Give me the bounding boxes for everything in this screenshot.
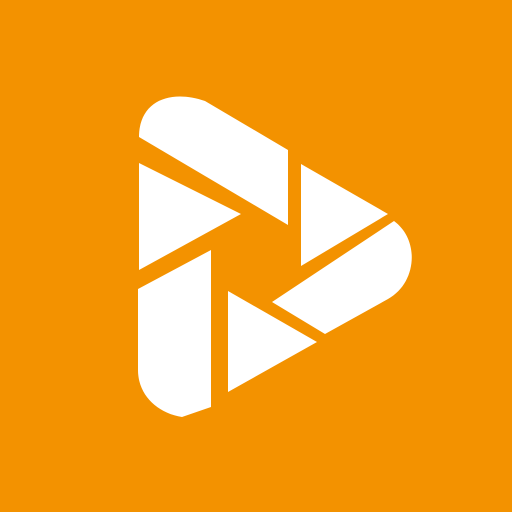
video-play-aperture-icon — [0, 0, 512, 512]
icon-background — [0, 0, 512, 512]
app-icon[interactable] — [0, 0, 512, 512]
